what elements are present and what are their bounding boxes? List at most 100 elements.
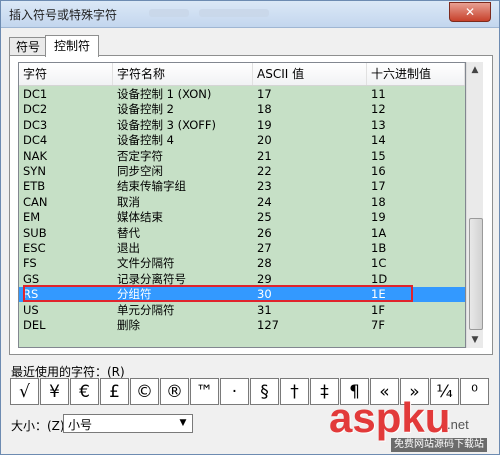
row-char-name: 替代 xyxy=(117,225,140,240)
row-char: ESC xyxy=(23,241,46,255)
table-row[interactable]: DC1 设备控制 1 (XON) 17 11 xyxy=(19,87,465,102)
row-char-name: 否定字符 xyxy=(117,148,163,163)
table-row[interactable]: DC2 设备控制 2 18 12 xyxy=(19,102,465,117)
table-row[interactable]: DEL 删除 127 7F xyxy=(19,318,465,333)
row-ascii: 18 xyxy=(257,102,272,117)
table-row[interactable]: DC3 设备控制 3 (XOFF) 19 13 xyxy=(19,118,465,133)
close-button[interactable]: ✕ xyxy=(449,2,491,22)
recent-char-button[interactable]: ⁰ xyxy=(460,378,489,405)
row-char: DC1 xyxy=(23,87,48,101)
row-char: DC3 xyxy=(23,117,48,132)
scroll-thumb[interactable] xyxy=(469,218,483,330)
column-header-hex[interactable]: 十六进制值 xyxy=(367,63,465,85)
row-char: DC4 xyxy=(23,133,48,148)
window-title: 插入符号或特殊字符 xyxy=(9,8,118,22)
tab-symbols[interactable]: 符号 xyxy=(9,37,47,56)
watermark-logo: aspku xyxy=(329,394,451,441)
row-char: DEL xyxy=(23,318,46,332)
row-hex: 1F xyxy=(371,302,385,317)
table-row[interactable]: SUB 替代 26 1A xyxy=(19,226,465,241)
column-header-name[interactable]: 字符名称 xyxy=(113,63,253,85)
row-char: ETB xyxy=(23,179,46,194)
table-row[interactable]: ESC 退出 27 1B xyxy=(19,241,465,256)
row-hex: 11 xyxy=(371,87,386,101)
recent-char-button[interactable]: ® xyxy=(160,378,189,405)
watermark-suffix: .net xyxy=(447,417,469,432)
row-char: DC2 xyxy=(23,102,48,117)
row-ascii: 23 xyxy=(257,179,272,194)
size-label: 大小：(Z) xyxy=(11,419,65,433)
row-char: NAK xyxy=(23,148,48,163)
row-char: SYN xyxy=(23,164,46,178)
chevron-down-icon[interactable]: ▼ xyxy=(176,416,190,431)
watermark-caption: 免费网站源码下载站 xyxy=(391,438,487,452)
list-header: 字符 字符名称 ASCII 值 十六进制值 xyxy=(19,63,465,86)
row-hex: 17 xyxy=(371,179,386,194)
recent-char-button[interactable]: § xyxy=(250,378,279,405)
row-hex: 12 xyxy=(371,102,386,117)
table-row[interactable]: NAK 否定字符 21 15 xyxy=(19,149,465,164)
recent-char-button[interactable]: · xyxy=(220,378,249,405)
row-ascii: 24 xyxy=(257,194,272,209)
blurred-title-fragment xyxy=(149,9,189,17)
row-char: SUB xyxy=(23,225,47,240)
size-select[interactable]: 小号 ▼ xyxy=(63,414,193,433)
column-header-ascii[interactable]: ASCII 值 xyxy=(253,63,367,85)
recent-char-button[interactable]: € xyxy=(70,378,99,405)
blurred-title-fragment xyxy=(199,9,269,17)
tab-panel: 字符 字符名称 ASCII 值 十六进制值 DC1 设备控制 1 (XON) 17 1… xyxy=(9,55,493,355)
table-row[interactable]: CAN 取消 24 18 xyxy=(19,195,465,210)
row-hex: 1C xyxy=(371,256,387,271)
table-row[interactable]: EM 媒体结束 25 19 xyxy=(19,210,465,225)
recent-char-button[interactable]: ™ xyxy=(190,378,219,405)
scroll-up-arrow-icon[interactable]: ▲ xyxy=(467,62,483,78)
table-row[interactable]: FS 文件分隔符 28 1C xyxy=(19,256,465,271)
row-ascii: 25 xyxy=(257,210,272,225)
size-select-value: 小号 xyxy=(68,418,93,432)
row-ascii: 28 xyxy=(257,256,272,271)
row-ascii: 20 xyxy=(257,133,272,148)
row-char: FS xyxy=(23,256,37,271)
control-char-list[interactable]: 字符 字符名称 ASCII 值 十六进制值 DC1 设备控制 1 (XON) 17 1… xyxy=(18,62,466,348)
row-char-name: 单元分隔符 xyxy=(117,302,175,317)
row-char-name: 设备控制 3 (XOFF) xyxy=(117,117,217,132)
recent-char-button[interactable]: ¥ xyxy=(40,378,69,405)
recent-char-button[interactable]: √ xyxy=(10,378,39,405)
selection-highlight-box xyxy=(23,285,413,303)
row-hex: 13 xyxy=(371,117,386,132)
row-ascii: 31 xyxy=(257,302,272,317)
row-hex: 15 xyxy=(371,148,386,163)
row-hex: 16 xyxy=(371,164,386,178)
row-ascii: 19 xyxy=(257,117,272,132)
row-char-name: 设备控制 2 xyxy=(117,102,174,117)
row-char-name: 文件分隔符 xyxy=(117,256,175,271)
row-char-name: 退出 xyxy=(117,241,140,255)
insert-symbol-dialog: 插入符号或特殊字符 ✕ 符号 控制符 字符 字符名称 ASCII 值 十六进制值… xyxy=(0,0,500,455)
row-hex: 18 xyxy=(371,194,386,209)
table-row[interactable]: RS 分组符 30 1E xyxy=(19,285,465,303)
row-char-name: 取消 xyxy=(117,194,140,209)
column-header-char[interactable]: 字符 xyxy=(19,63,113,85)
row-char-name: 媒体结束 xyxy=(117,210,163,225)
table-row[interactable]: SYN 同步空闲 22 16 xyxy=(19,164,465,179)
row-hex: 7F xyxy=(371,318,385,332)
tab-control-chars[interactable]: 控制符 xyxy=(45,35,99,57)
row-hex: 14 xyxy=(371,133,386,148)
row-char: CAN xyxy=(23,194,48,209)
row-char-name: 删除 xyxy=(117,318,140,332)
table-row[interactable]: US 单元分隔符 31 1F xyxy=(19,303,465,318)
list-scrollbar[interactable]: ▲ ▼ xyxy=(466,62,483,348)
row-ascii: 21 xyxy=(257,148,272,163)
table-row[interactable]: DC4 设备控制 4 20 14 xyxy=(19,133,465,148)
row-char-name: 设备控制 1 (XON) xyxy=(117,87,212,101)
recent-char-button[interactable]: £ xyxy=(100,378,129,405)
recent-char-button[interactable]: © xyxy=(130,378,159,405)
row-ascii: 22 xyxy=(257,164,272,178)
recent-char-button[interactable]: † xyxy=(280,378,309,405)
title-bar[interactable]: 插入符号或特殊字符 ✕ xyxy=(1,1,499,28)
row-hex: 19 xyxy=(371,210,386,225)
scroll-down-arrow-icon[interactable]: ▼ xyxy=(467,332,483,348)
table-row[interactable]: ETB 结束传输字组 23 17 xyxy=(19,179,465,194)
row-ascii: 27 xyxy=(257,241,272,255)
row-char: US xyxy=(23,302,39,317)
